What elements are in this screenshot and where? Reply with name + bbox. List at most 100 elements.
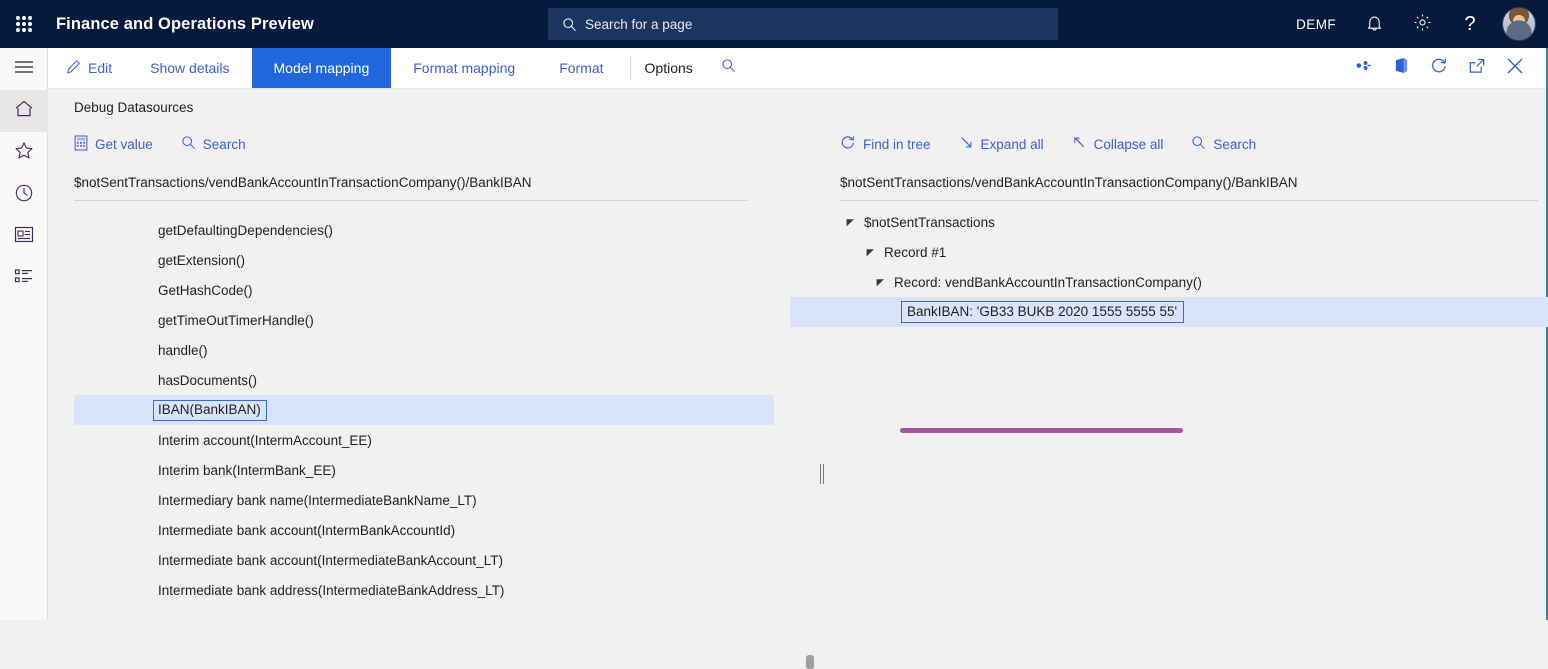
search-icon — [181, 135, 196, 153]
question-mark-icon: ? — [1464, 14, 1475, 34]
rail-item-workspaces[interactable] — [0, 216, 48, 258]
list-icon — [14, 268, 34, 290]
rail-item-recent[interactable] — [0, 174, 48, 216]
refresh-icon — [1430, 57, 1448, 80]
expand-arrow-icon — [959, 135, 974, 153]
office-button[interactable] — [1384, 51, 1418, 85]
pencil-icon — [66, 59, 81, 77]
popout-button[interactable] — [1460, 51, 1494, 85]
get-value-button[interactable]: Get value — [74, 131, 167, 158]
clock-icon — [14, 183, 34, 208]
app-launcher-button[interactable] — [0, 0, 48, 48]
get-value-label: Get value — [95, 137, 153, 152]
chevron-down-icon[interactable] — [842, 214, 858, 230]
list-item-label: getTimeOutTimerHandle() — [158, 313, 314, 328]
search-icon — [721, 58, 736, 78]
tree-search-button[interactable]: Search — [1191, 131, 1270, 157]
list-item-label: getDefaultingDependencies() — [158, 223, 333, 238]
list-item[interactable]: Intermediate bank account(IntermBankAcco… — [74, 515, 774, 545]
list-item-label: Intermediate bank account(IntermBankAcco… — [158, 523, 455, 538]
datasource-tree[interactable]: $notSentTransactions Record #1 Record: v… — [790, 207, 1548, 327]
tree-node[interactable]: $notSentTransactions — [790, 207, 1548, 237]
list-item-label: hasDocuments() — [158, 373, 257, 388]
datasources-search-button[interactable]: Search — [181, 131, 260, 157]
refresh-button[interactable] — [1422, 51, 1456, 85]
refresh-circle-icon — [840, 135, 856, 154]
action-pane-search-button[interactable] — [707, 48, 750, 88]
list-item[interactable]: Interim account(IntermAccount_EE) — [74, 425, 774, 455]
tab-format[interactable]: Format — [537, 48, 625, 88]
tab-edit[interactable]: Edit — [48, 48, 128, 88]
avatar[interactable] — [1502, 7, 1536, 41]
list-item[interactable]: GetHashCode() — [74, 275, 774, 305]
tab-model-mapping[interactable]: Model mapping — [252, 48, 392, 88]
rail-item-home[interactable] — [0, 90, 48, 132]
tab-options[interactable]: Options — [635, 48, 707, 88]
list-item[interactable] — [74, 201, 774, 215]
list-item-label: Intermediate bank address(IntermediateBa… — [158, 583, 504, 598]
notifications-button[interactable] — [1350, 0, 1398, 48]
list-item-label: Intermediary bank name(IntermediateBankN… — [158, 493, 477, 508]
horizontal-scrollbar-thumb[interactable] — [806, 655, 814, 669]
global-search-input[interactable]: Search for a page — [548, 8, 1058, 40]
list-item[interactable]: getTimeOutTimerHandle() — [74, 305, 774, 335]
app-title: Finance and Operations Preview — [56, 15, 314, 34]
help-button[interactable]: ? — [1446, 0, 1494, 48]
list-item[interactable]: hasDocuments() — [74, 365, 774, 395]
list-item[interactable]: getDefaultingDependencies() — [74, 215, 774, 245]
tree-node[interactable]: Record #1 — [790, 237, 1548, 267]
tree-node-label: $notSentTransactions — [864, 215, 995, 230]
rail-item-favorites[interactable] — [0, 132, 48, 174]
close-button[interactable] — [1498, 51, 1532, 85]
popout-icon — [1468, 58, 1486, 79]
page-title: Debug Datasources — [74, 100, 193, 115]
datasources-command-bar: Get value Search — [48, 127, 774, 161]
tree-node-selected[interactable]: BankIBAN: 'GB33 BUKB 2020 1555 5555 55' — [790, 297, 1548, 327]
list-item[interactable]: Intermediate bank address(IntermediateBa… — [74, 575, 774, 601]
global-search-placeholder: Search for a page — [585, 17, 692, 32]
settings-button[interactable] — [1398, 0, 1446, 48]
hamburger-icon — [14, 60, 34, 79]
tab-format-mapping[interactable]: Format mapping — [391, 48, 537, 88]
list-item[interactable]: Intermediary bank name(IntermediateBankN… — [74, 485, 774, 515]
list-item-selected[interactable]: IBAN(BankIBAN) — [74, 395, 774, 425]
list-item[interactable]: Intermediate bank account(IntermediateBa… — [74, 545, 774, 575]
list-item[interactable]: Interim bank(IntermBank_EE) — [74, 455, 774, 485]
tree-node[interactable]: Record: vendBankAccountInTransactionComp… — [790, 267, 1548, 297]
expand-all-label: Expand all — [981, 137, 1044, 152]
action-pane: Edit Show details Model mapping Format m… — [48, 48, 1546, 89]
collapse-arrow-icon — [1072, 135, 1087, 153]
header-actions: DEMF ? — [1282, 0, 1548, 48]
list-item-label: GetHashCode() — [158, 283, 253, 298]
list-item-label: Interim account(IntermAccount_EE) — [158, 433, 372, 448]
page-body: Debug Datasources Get value Search $notS… — [48, 89, 1546, 620]
tree-search-label: Search — [1213, 137, 1256, 152]
datasources-search-label: Search — [203, 137, 246, 152]
rail-item-modules[interactable] — [0, 258, 48, 300]
attachments-button[interactable] — [1346, 51, 1380, 85]
list-item-label: getExtension() — [158, 253, 245, 268]
tab-divider — [630, 57, 631, 79]
expand-all-button[interactable]: Expand all — [959, 131, 1058, 157]
list-item[interactable]: getExtension() — [74, 245, 774, 275]
rail-item-navigation-menu[interactable] — [0, 48, 48, 90]
find-in-tree-button[interactable]: Find in tree — [840, 131, 945, 158]
tab-edit-label: Edit — [88, 60, 112, 76]
find-in-tree-label: Find in tree — [863, 137, 931, 152]
office-icon — [1394, 57, 1409, 79]
tree-path: $notSentTransactions/vendBankAccountInTr… — [840, 175, 1538, 201]
datasources-panel: Get value Search $notSentTransactions/ve… — [48, 127, 774, 620]
datasources-list[interactable]: getDefaultingDependencies() getExtension… — [74, 201, 774, 601]
company-selector[interactable]: DEMF — [1282, 0, 1350, 48]
tree-panel: Find in tree Expand all Collapse all — [790, 127, 1548, 620]
search-icon — [1191, 135, 1206, 153]
tab-show-details[interactable]: Show details — [128, 48, 251, 88]
list-item[interactable]: handle() — [74, 335, 774, 365]
collapse-all-button[interactable]: Collapse all — [1072, 131, 1178, 157]
list-item-label: Interim bank(IntermBank_EE) — [158, 463, 336, 478]
chevron-down-icon[interactable] — [862, 244, 878, 260]
content-area: Edit Show details Model mapping Format m… — [48, 48, 1548, 620]
collapse-all-label: Collapse all — [1094, 137, 1164, 152]
chevron-down-icon[interactable] — [872, 274, 888, 290]
highlight-underline — [900, 428, 1183, 433]
